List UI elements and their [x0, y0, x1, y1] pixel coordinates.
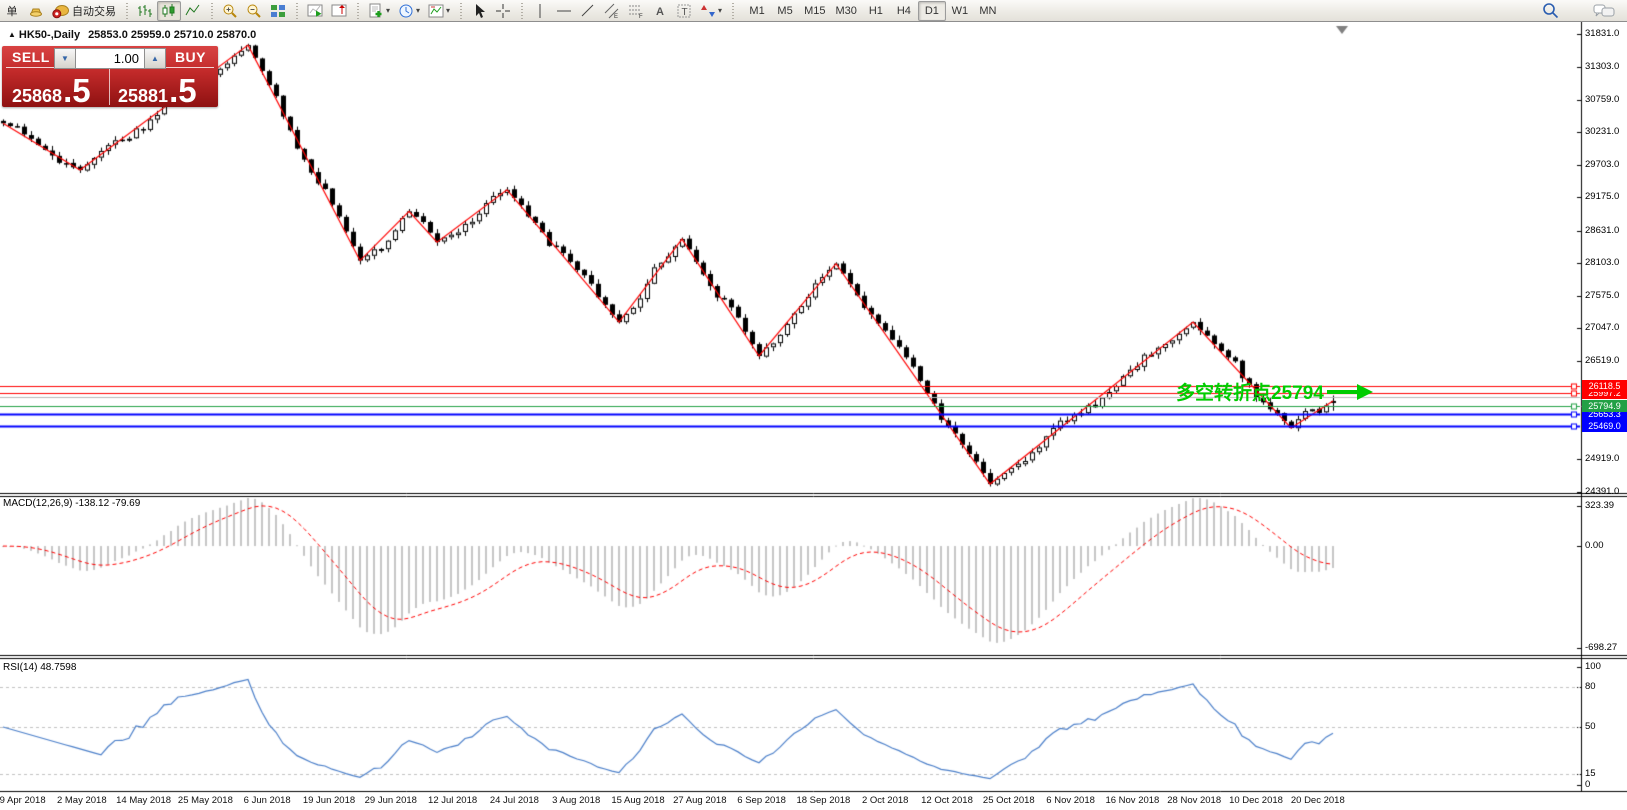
chart-title: ▲HK50-,Daily 25853.0 25959.0 25710.0 2587… [8, 29, 256, 41]
vertical-line-icon[interactable] [528, 1, 552, 21]
equidistant-channel-icon[interactable]: E [600, 1, 624, 21]
chevron-down-icon: ▾ [386, 6, 390, 15]
timeframe-button-h1[interactable]: H1 [862, 1, 890, 21]
timeframe-button-d1[interactable]: D1 [918, 1, 946, 21]
svg-text:T: T [682, 7, 688, 18]
mt4-window: 单 自动交易 [0, 0, 1627, 810]
timeframe-button-m15[interactable]: M15 [799, 1, 830, 21]
symbol-period-label: HK50-,Daily [19, 29, 80, 41]
volume-input[interactable] [76, 48, 144, 69]
new-order-label: 单 [7, 3, 18, 19]
toolbar-separator [293, 3, 300, 19]
zoom-in-icon[interactable] [218, 1, 242, 21]
collapse-triangle-icon[interactable]: ▲ [8, 30, 16, 39]
crosshair-icon[interactable] [491, 1, 515, 21]
toolbar: 单 自动交易 [0, 0, 1627, 22]
autotrading-label: 自动交易 [72, 3, 116, 19]
line-chart-icon[interactable] [181, 1, 205, 21]
new-order-button[interactable]: 单 [0, 1, 24, 21]
volume-decrease-button[interactable]: ▼ [54, 48, 76, 69]
volume-stepper: ▼ ▲ [54, 48, 166, 69]
timeframe-button-m1[interactable]: M1 [743, 1, 771, 21]
chart-shift-icon[interactable] [327, 1, 351, 21]
panel-divider [109, 68, 110, 105]
toolbar-separator [354, 3, 361, 19]
chart-annotation[interactable]: 多空转折点25794 [1176, 378, 1373, 405]
timeframe-button-m5[interactable]: M5 [771, 1, 799, 21]
zoom-out-icon[interactable] [242, 1, 266, 21]
text-icon[interactable]: A [648, 1, 672, 21]
svg-text:A: A [656, 6, 664, 18]
chevron-down-icon: ▾ [446, 6, 450, 15]
market-icon[interactable] [24, 1, 48, 21]
indicators-icon[interactable]: ▾ [364, 1, 394, 21]
svg-text:E: E [614, 14, 618, 19]
volume-increase-button[interactable]: ▲ [144, 48, 166, 69]
rsi-indicator-label: RSI(14) 48.7598 [3, 662, 76, 673]
svg-text:F: F [639, 14, 643, 19]
arrows-icon[interactable]: ▾ [696, 1, 726, 21]
text-label-icon[interactable]: T [672, 1, 696, 21]
ohlc-values: 25853.0 25959.0 25710.0 25870.0 [88, 29, 256, 41]
timeframe-button-mn[interactable]: MN [974, 1, 1002, 21]
horizontal-line-icon[interactable] [552, 1, 576, 21]
templates-icon[interactable]: ▾ [424, 1, 454, 21]
timeframe-group: M1M5M15M30H1H4D1W1MN [743, 1, 1002, 21]
trendline-icon[interactable] [576, 1, 600, 21]
toolbar-separator [123, 3, 130, 19]
tile-windows-icon[interactable] [266, 1, 290, 21]
sell-price: 25868.5 [12, 78, 91, 107]
sell-label: SELL [12, 49, 50, 65]
candlestick-chart-icon[interactable] [157, 1, 181, 21]
buy-label: BUY [175, 49, 206, 65]
toolbar-separator [208, 3, 215, 19]
autotrading-icon [52, 3, 70, 19]
chart-canvas[interactable] [0, 22, 1627, 810]
fibonacci-icon[interactable]: F [624, 1, 648, 21]
timeframe-button-m30[interactable]: M30 [830, 1, 861, 21]
annotation-arrow-icon [1327, 384, 1373, 400]
toolbar-separator [729, 3, 736, 19]
timeframe-button-h4[interactable]: H4 [890, 1, 918, 21]
search-icon[interactable] [1538, 1, 1563, 21]
toolbar-separator [457, 3, 464, 19]
bar-chart-icon[interactable] [133, 1, 157, 21]
annotation-text: 多空转折点25794 [1176, 378, 1324, 405]
toolbar-separator [518, 3, 525, 19]
periods-icon[interactable]: ▾ [394, 1, 424, 21]
chevron-down-icon: ▾ [416, 6, 420, 15]
chevron-down-icon: ▾ [718, 6, 722, 15]
one-click-trading-panel: SELL 25868.5 BUY 25881.5 ▼ ▲ [2, 46, 218, 107]
autotrading-button[interactable]: 自动交易 [48, 1, 120, 21]
buy-price: 25881.5 [118, 78, 197, 107]
chat-icon[interactable] [1589, 1, 1619, 21]
timeframe-button-w1[interactable]: W1 [946, 1, 974, 21]
cursor-icon[interactable] [467, 1, 491, 21]
auto-scroll-icon[interactable] [303, 1, 327, 21]
macd-indicator-label: MACD(12,26,9) -138.12 -79.69 [3, 498, 140, 509]
